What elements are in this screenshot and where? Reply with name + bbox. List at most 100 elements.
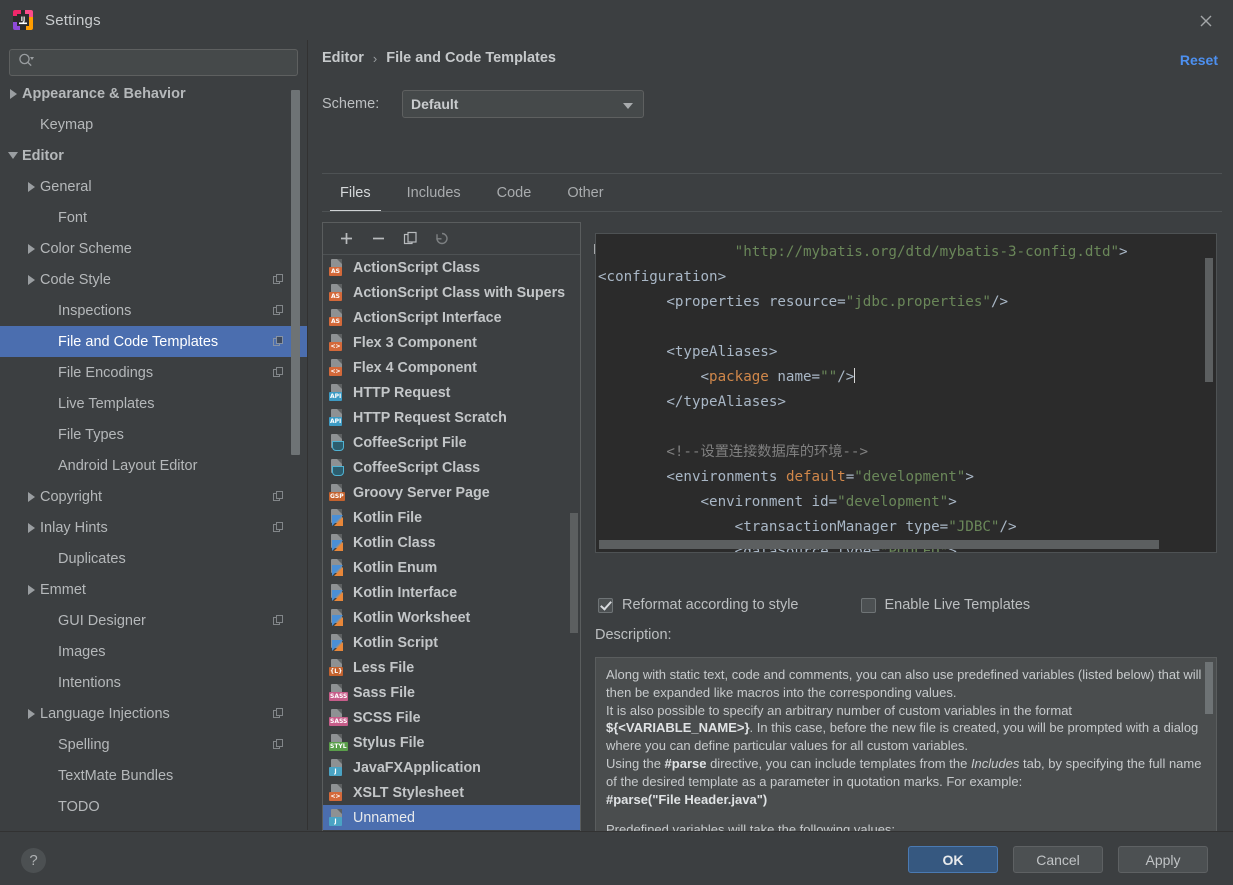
sidebar-scrollbar-thumb[interactable] bbox=[291, 90, 300, 455]
reset-arrow-icon[interactable] bbox=[429, 227, 455, 251]
add-icon[interactable] bbox=[333, 227, 359, 251]
tab-files[interactable]: Files bbox=[322, 174, 389, 212]
sidebar-item-emmet[interactable]: Emmet bbox=[0, 574, 307, 605]
chevron-right-icon[interactable] bbox=[27, 242, 40, 255]
template-list-item[interactable]: SASS Sass File bbox=[323, 680, 580, 705]
template-list-item[interactable]: Kotlin Worksheet bbox=[323, 605, 580, 630]
help-icon[interactable]: ? bbox=[21, 848, 46, 873]
template-list-item[interactable]: GSP Groovy Server Page bbox=[323, 480, 580, 505]
template-list-item[interactable]: CoffeeScript Class bbox=[323, 455, 580, 480]
chevron-right-icon[interactable] bbox=[27, 273, 40, 286]
tab-other[interactable]: Other bbox=[549, 174, 621, 212]
sidebar-item-copyright[interactable]: Copyright bbox=[0, 481, 307, 512]
template-list-item[interactable]: {L} Less File bbox=[323, 655, 580, 680]
sidebar-item-font[interactable]: Font bbox=[0, 202, 307, 233]
template-list-item[interactable]: J JavaFXApplication bbox=[323, 755, 580, 780]
editor-vscrollbar-thumb[interactable] bbox=[1205, 258, 1213, 382]
template-name-label: Kotlin Worksheet bbox=[353, 609, 471, 626]
remove-icon[interactable] bbox=[365, 227, 391, 251]
chevron-right-icon[interactable] bbox=[9, 87, 22, 100]
chevron-down-icon[interactable] bbox=[8, 149, 22, 162]
sidebar-item-appearance-behavior[interactable]: Appearance & Behavior bbox=[0, 86, 307, 109]
template-list-item[interactable]: Kotlin Interface bbox=[323, 580, 580, 605]
sidebar-item-editor[interactable]: Editor bbox=[0, 140, 307, 171]
sidebar-item-label: Intentions bbox=[58, 674, 121, 691]
sidebar-item-duplicates[interactable]: Duplicates bbox=[0, 543, 307, 574]
ok-button[interactable]: OK bbox=[908, 846, 998, 873]
template-name-label: XSLT Stylesheet bbox=[353, 784, 464, 801]
checkbox-enable-live-templates[interactable]: Enable Live Templates bbox=[860, 597, 1030, 613]
template-list-vscrollbar-thumb[interactable] bbox=[570, 513, 578, 633]
template-list-item[interactable]: <> XSLT Stylesheet bbox=[323, 780, 580, 805]
template-list-item[interactable]: J Unnamed bbox=[323, 805, 580, 830]
sidebar-item-inlay-hints[interactable]: Inlay Hints bbox=[0, 512, 307, 543]
sidebar-item-label: TextMate Bundles bbox=[58, 767, 174, 784]
close-icon[interactable] bbox=[1195, 10, 1217, 32]
sidebar-item-inspections[interactable]: Inspections bbox=[0, 295, 307, 326]
checkbox-box[interactable] bbox=[598, 597, 613, 613]
template-name-label: CoffeeScript Class bbox=[353, 459, 481, 476]
settings-sidebar: Appearance & Behavior Keymap Editor General… bbox=[0, 40, 307, 830]
scheme-dropdown[interactable]: Default bbox=[402, 90, 644, 118]
template-name-label: CoffeeScript File bbox=[353, 434, 467, 451]
sidebar-item-todo[interactable]: TODO bbox=[0, 791, 307, 822]
tab-label: Includes bbox=[406, 185, 461, 201]
sidebar-item-label: Spelling bbox=[58, 736, 110, 753]
copy-icon[interactable] bbox=[397, 227, 423, 251]
file-template-icon: <> bbox=[329, 784, 346, 801]
template-list-item[interactable]: AS ActionScript Class with Supers bbox=[323, 280, 580, 305]
file-template-icon: API bbox=[329, 409, 346, 426]
template-list-item[interactable]: <> Flex 3 Component bbox=[323, 330, 580, 355]
sidebar-item-intentions[interactable]: Intentions bbox=[0, 667, 307, 698]
template-code-editor[interactable]: "http://mybatis.org/dtd/mybatis-3-config… bbox=[595, 233, 1217, 553]
template-list-item[interactable]: Kotlin Enum bbox=[323, 555, 580, 580]
template-list-item[interactable]: Kotlin File bbox=[323, 505, 580, 530]
checkbox-box[interactable] bbox=[860, 597, 876, 613]
reset-link[interactable]: Reset bbox=[1180, 52, 1218, 68]
template-list-item[interactable]: AS ActionScript Class bbox=[323, 255, 580, 280]
chevron-right-icon[interactable] bbox=[27, 707, 40, 720]
sidebar-item-file-encodings[interactable]: File Encodings bbox=[0, 357, 307, 388]
template-list-item[interactable]: Kotlin Class bbox=[323, 530, 580, 555]
sidebar-item-language-injections[interactable]: Language Injections bbox=[0, 698, 307, 729]
desc-parse-directive: #parse bbox=[664, 755, 707, 771]
sidebar-item-file-types[interactable]: File Types bbox=[0, 419, 307, 450]
sidebar-item-gui-designer[interactable]: GUI Designer bbox=[0, 605, 307, 636]
sidebar-item-live-templates[interactable]: Live Templates bbox=[0, 388, 307, 419]
tab-bar: Files Includes Code Other bbox=[322, 174, 622, 212]
checkbox-reformat-according-to-style[interactable]: Reformat according to style bbox=[598, 597, 799, 613]
template-list-item[interactable]: CoffeeScript File bbox=[323, 430, 580, 455]
chevron-right-icon[interactable] bbox=[27, 521, 40, 534]
template-list-item[interactable]: Kotlin Script bbox=[323, 630, 580, 655]
template-list-item[interactable]: SASS SCSS File bbox=[323, 705, 580, 730]
search-input[interactable] bbox=[41, 51, 271, 74]
sidebar-item-keymap[interactable]: Keymap bbox=[0, 109, 307, 140]
sidebar-item-textmate-bundles[interactable]: TextMate Bundles bbox=[0, 760, 307, 791]
sidebar-item-code-style[interactable]: Code Style bbox=[0, 264, 307, 295]
editor-hscrollbar-thumb[interactable] bbox=[599, 540, 1159, 549]
sidebar-item-spelling[interactable]: Spelling bbox=[0, 729, 307, 760]
template-list-item[interactable]: AS ActionScript Interface bbox=[323, 305, 580, 330]
chevron-right-icon[interactable] bbox=[27, 490, 40, 503]
template-name-label: Kotlin Script bbox=[353, 634, 438, 651]
sidebar-item-images[interactable]: Images bbox=[0, 636, 307, 667]
tab-includes[interactable]: Includes bbox=[389, 174, 479, 212]
sidebar-item-color-scheme[interactable]: Color Scheme bbox=[0, 233, 307, 264]
chevron-right-icon[interactable] bbox=[27, 180, 40, 193]
template-list-item[interactable]: STYL Stylus File bbox=[323, 730, 580, 755]
description-scrollbar-thumb[interactable] bbox=[1205, 662, 1213, 714]
sidebar-item-android-layout-editor[interactable]: Android Layout Editor bbox=[0, 450, 307, 481]
template-list-item[interactable]: <> Flex 4 Component bbox=[323, 355, 580, 380]
search-field[interactable] bbox=[9, 49, 298, 76]
template-list-item[interactable]: API HTTP Request bbox=[323, 380, 580, 405]
chevron-right-icon[interactable] bbox=[27, 583, 40, 596]
settings-dialog: IJ Settings Appearance & Behavior Keymap… bbox=[0, 0, 1233, 885]
apply-button[interactable]: Apply bbox=[1118, 846, 1208, 873]
sidebar-item-general[interactable]: General bbox=[0, 171, 307, 202]
cancel-button[interactable]: Cancel bbox=[1013, 846, 1103, 873]
template-list-item[interactable]: API HTTP Request Scratch bbox=[323, 405, 580, 430]
tab-code[interactable]: Code bbox=[479, 174, 550, 212]
sidebar-item-file-and-code-templates[interactable]: File and Code Templates bbox=[0, 326, 307, 357]
breadcrumb-parent[interactable]: Editor bbox=[322, 50, 364, 66]
